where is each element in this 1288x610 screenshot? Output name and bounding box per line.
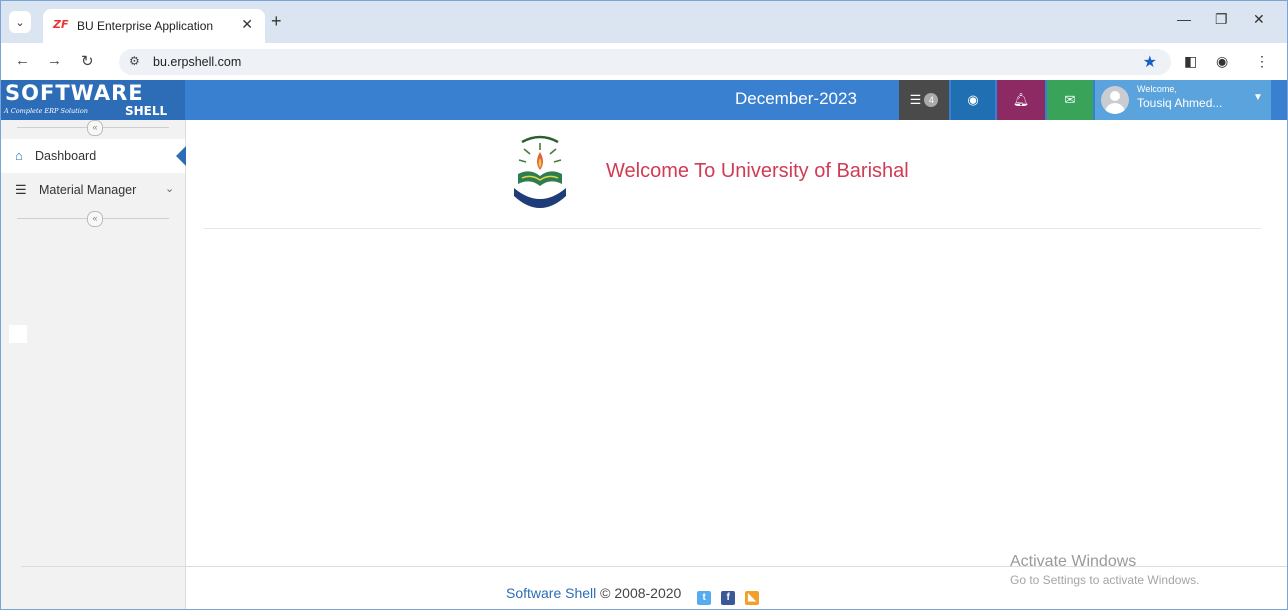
watermark-title: Activate Windows bbox=[1010, 553, 1137, 570]
tasks-button[interactable]: ☰ 4 bbox=[899, 80, 949, 120]
twitter-icon[interactable]: t bbox=[697, 591, 712, 605]
activate-windows-watermark: Activate Windows Go to Settings to activ… bbox=[1010, 553, 1199, 587]
chevron-down-icon: ⌄ bbox=[165, 183, 175, 195]
tab-strip: ⌄ ZF BU Enterprise Application ✕ + — ❐ ✕ bbox=[1, 1, 1287, 43]
user-menu[interactable]: Welcome, Tousiq Ahmed... ▼ bbox=[1095, 80, 1271, 120]
tab-title: BU Enterprise Application bbox=[77, 19, 214, 33]
bell-icon: 🔔︎ bbox=[1012, 92, 1030, 107]
tab-close-icon[interactable]: ✕ bbox=[241, 16, 253, 33]
footer: Software Shell © 2008-2020 t f ◣ bbox=[506, 585, 759, 605]
software-shell-logo[interactable]: SOFTWARE A Complete ERP Solution SHELL bbox=[1, 80, 185, 120]
messages-button[interactable]: ✉ bbox=[1047, 80, 1093, 120]
forward-icon[interactable]: → bbox=[47, 52, 62, 69]
notifications-button[interactable]: 🔔︎ bbox=[997, 80, 1045, 120]
profile-icon[interactable]: ◉ bbox=[1216, 53, 1228, 70]
watermark-subtitle: Go to Settings to activate Windows. bbox=[1010, 573, 1200, 587]
tasks-count-badge: 4 bbox=[924, 93, 939, 107]
browser-tab[interactable]: ZF BU Enterprise Application ✕ bbox=[43, 9, 265, 43]
main-content: Welcome To University of Barishal Softwa… bbox=[21, 120, 1287, 609]
content-divider bbox=[204, 228, 1261, 229]
sidebar-item-label: Dashboard bbox=[35, 149, 97, 163]
tasks-icon: ☰ bbox=[909, 92, 922, 107]
bookmark-star-icon[interactable]: ★ bbox=[1143, 52, 1157, 72]
close-window-icon[interactable]: ✕ bbox=[1253, 11, 1265, 28]
address-bar-row: ← → ↻ ⚙ bu.erpshell.com ★ ◧ ◉ ⋮ bbox=[1, 43, 1287, 79]
favicon-icon: ZF bbox=[53, 18, 69, 31]
sidebar-item-label: Material Manager bbox=[39, 183, 137, 197]
footer-brand-link[interactable]: Software Shell bbox=[506, 585, 596, 601]
side-panel-icon[interactable]: ◧ bbox=[1184, 53, 1197, 70]
active-indicator bbox=[176, 146, 186, 166]
footer-copyright: © 2008-2020 bbox=[600, 585, 682, 601]
sidebar-collapse-top: « bbox=[1, 120, 185, 136]
user-name: Tousiq Ahmed... bbox=[1137, 96, 1223, 110]
sidebar-item-dashboard[interactable]: ⌂ Dashboard bbox=[1, 139, 186, 173]
tab-search-button[interactable]: ⌄ bbox=[9, 11, 31, 33]
sidebar-item-material-manager[interactable]: ☰ Material Manager ⌄ bbox=[1, 173, 185, 207]
eye-icon: ◉ bbox=[967, 92, 979, 107]
logo-subtitle: A Complete ERP Solution bbox=[4, 107, 88, 115]
url-text: bu.erpshell.com bbox=[153, 55, 242, 69]
logo-shell-text: SHELL bbox=[125, 104, 168, 118]
university-seal-logo bbox=[508, 128, 572, 214]
logo-text: SOFTWARE bbox=[5, 81, 144, 105]
collapse-icon[interactable]: « bbox=[87, 211, 103, 227]
restore-icon[interactable]: ❐ bbox=[1215, 11, 1228, 28]
browser-menu-icon[interactable]: ⋮ bbox=[1255, 53, 1269, 70]
view-button[interactable]: ◉ bbox=[951, 80, 995, 120]
facebook-icon[interactable]: f bbox=[721, 591, 736, 605]
sidebar-collapse-bottom: « bbox=[1, 211, 185, 227]
home-icon: ⌂ bbox=[15, 148, 23, 163]
welcome-heading: Welcome To University of Barishal bbox=[606, 160, 909, 182]
avatar bbox=[1101, 86, 1129, 114]
rss-icon[interactable]: ◣ bbox=[745, 591, 759, 605]
list-icon: ☰ bbox=[15, 182, 27, 197]
collapse-icon[interactable]: « bbox=[87, 120, 103, 136]
new-tab-button[interactable]: + bbox=[271, 11, 282, 32]
reload-icon[interactable]: ↻ bbox=[81, 52, 94, 70]
browser-window: ⌄ ZF BU Enterprise Application ✕ + — ❐ ✕… bbox=[0, 0, 1288, 610]
url-field[interactable]: ⚙ bu.erpshell.com ★ bbox=[119, 49, 1171, 75]
minimize-icon[interactable]: — bbox=[1177, 11, 1191, 27]
app-header: SOFTWARE A Complete ERP Solution SHELL D… bbox=[1, 80, 1287, 120]
envelope-icon: ✉ bbox=[1064, 92, 1076, 107]
site-info-icon[interactable]: ⚙ bbox=[129, 54, 140, 68]
caret-down-icon: ▼ bbox=[1253, 92, 1263, 103]
back-icon[interactable]: ← bbox=[15, 52, 30, 69]
sidebar: « ⌂ Dashboard ☰ Material Manager ⌄ « bbox=[1, 120, 186, 609]
current-period: December-2023 bbox=[735, 89, 857, 108]
sidebar-blank-box bbox=[9, 325, 27, 343]
welcome-label: Welcome, bbox=[1137, 84, 1177, 94]
